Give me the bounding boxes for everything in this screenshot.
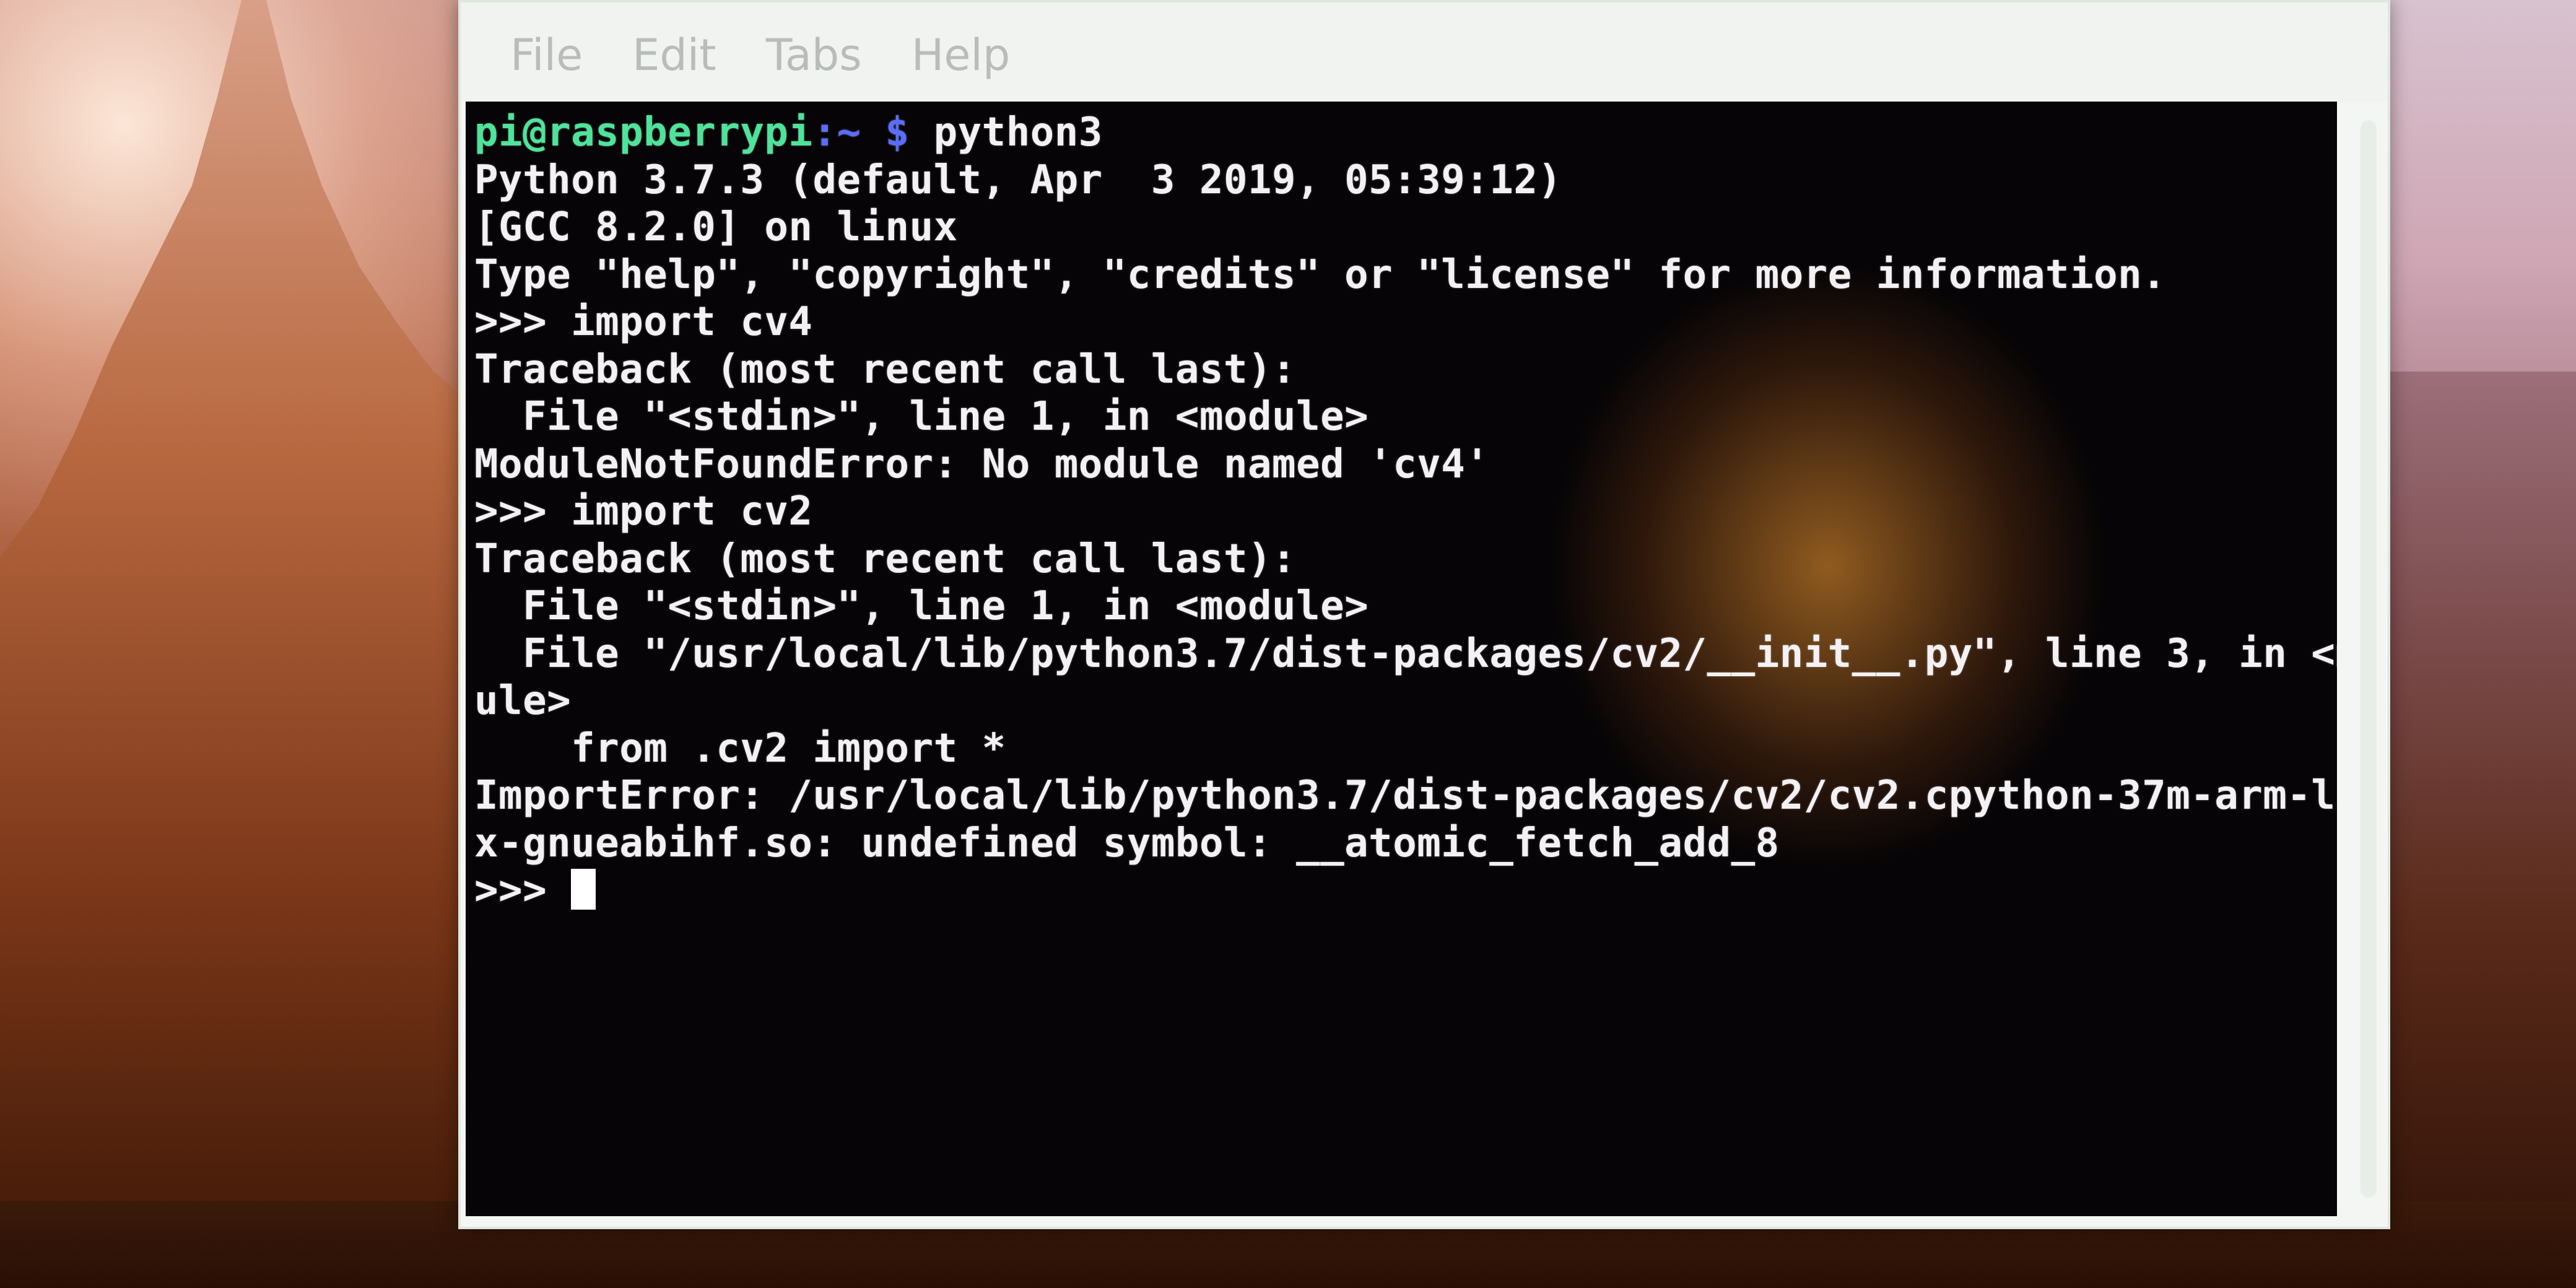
- scrollbar[interactable]: [2361, 120, 2377, 1198]
- desktop-wallpaper-sky: [2378, 0, 2576, 433]
- terminal-line: File "<stdin>", line 1, in <module>: [474, 583, 1369, 629]
- desktop-wallpaper-temple: [0, 0, 508, 1288]
- terminal-line: File "<stdin>", line 1, in <module>: [474, 394, 1369, 440]
- terminal-line: Traceback (most recent call last):: [474, 536, 1297, 582]
- menu-help[interactable]: Help: [887, 24, 1035, 80]
- terminal-window[interactable]: File Edit Tabs Help pi@raspberrypi:~ $ p…: [458, 0, 2390, 1229]
- terminal-line: Python 3.7.3 (default, Apr 3 2019, 05:39…: [474, 157, 1562, 203]
- terminal-line: from .cv2 import *: [474, 725, 1006, 772]
- text-cursor: [571, 869, 596, 910]
- prompt-user: pi@raspberrypi: [474, 110, 813, 155]
- terminal-line: ModuleNotFoundError: No module named 'cv…: [474, 441, 1490, 487]
- menu-file[interactable]: File: [485, 24, 607, 80]
- python-prompt: >>>: [474, 868, 572, 913]
- input-prompt-line[interactable]: >>>: [474, 867, 2337, 915]
- terminal-line: x-gnueabihf.so: undefined symbol: __atom…: [474, 820, 1780, 866]
- desktop-wallpaper-hills: [2378, 372, 2576, 1288]
- prompt-command: python3: [909, 110, 1103, 155]
- terminal-line: Type "help", "copyright", "credits" or "…: [474, 251, 2167, 298]
- terminal-line: [GCC 8.2.0] on linux: [474, 204, 958, 250]
- menu-bar: File Edit Tabs Help: [461, 2, 2388, 102]
- prompt-dir: :~ $: [812, 110, 910, 155]
- terminal-line: >>> import cv2: [474, 489, 813, 534]
- terminal-line: Traceback (most recent call last):: [474, 346, 1297, 393]
- terminal-line: >>> import cv4: [474, 299, 813, 345]
- menu-tabs[interactable]: Tabs: [741, 24, 887, 80]
- menu-edit[interactable]: Edit: [607, 24, 741, 80]
- terminal-output[interactable]: pi@raspberrypi:~ $ python3 Python 3.7.3 …: [466, 102, 2337, 1216]
- prompt-line: pi@raspberrypi:~ $ python3: [474, 109, 2337, 157]
- terminal-line: ImportError: /usr/local/lib/python3.7/di…: [474, 773, 2337, 819]
- terminal-line: ule>: [474, 678, 572, 724]
- terminal-line: File "/usr/local/lib/python3.7/dist-pack…: [474, 630, 2337, 677]
